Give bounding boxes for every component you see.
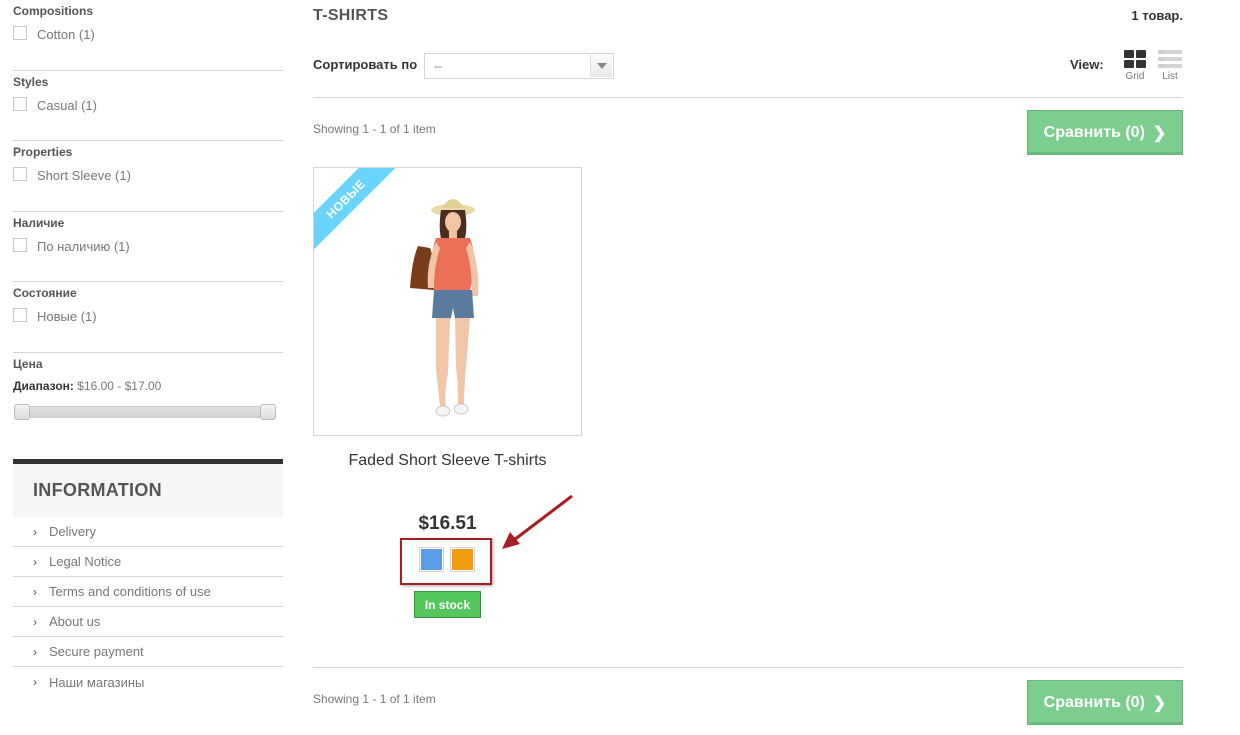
information-block: INFORMATION › Delivery › Legal Notice › Ter… [13,459,283,697]
info-link-our-stores[interactable]: › Наши магазины [13,667,283,697]
stock-badge-label: In stock [424,597,471,612]
filter-block-condition: Состояние Новые (1) [13,282,283,353]
page-title: T-SHIRTS [313,7,389,24]
chevron-right-icon: › [33,675,37,689]
color-swatches [419,547,475,572]
checkbox[interactable] [13,167,27,181]
checkbox[interactable] [13,237,27,252]
price-range-value: $16.00 - $17.00 [77,379,162,393]
compare-button-label: Сравнить (0) [1043,123,1145,141]
sort-selected-value: -- [434,59,442,73]
info-link-delivery[interactable]: › Delivery [13,517,283,547]
swatch-fill [452,549,473,570]
view-list-label: List [1162,71,1178,82]
showing-count-bottom: Showing 1 - 1 of 1 item [313,692,436,706]
chevron-right-icon: ❯ [1152,694,1167,712]
product-listing: T-SHIRTS 1 товар. Сортировать по -- View… [313,0,1183,735]
filter-block-styles: Styles Casual (1) [13,71,283,141]
view-label: View: [1070,57,1104,72]
compare-button-top[interactable]: Сравнить (0) ❯ [1027,110,1183,155]
info-link-label: Terms and conditions of use [49,584,211,599]
filter-title: Styles [13,74,49,89]
filter-title: Наличие [13,215,65,230]
info-link-label: Delivery [49,524,96,539]
info-link-secure-payment[interactable]: › Secure payment [13,637,283,667]
divider [313,97,1183,98]
filter-option-label: Short Sleeve (1) [37,168,131,183]
filter-title: Properties [13,145,73,159]
compare-button-label: Сравнить (0) [1043,693,1145,711]
swatch-fill [421,549,442,570]
filter-block-availability: Наличие По наличию (1) [13,212,283,282]
view-list-button[interactable]: List [1157,50,1183,82]
chevron-right-icon: › [33,644,37,659]
filter-sidebar: Compositions Cotton (1) Styles Casual (1… [13,0,283,353]
annotation-arrow-icon [502,494,573,549]
price-filter-title: Цена [13,357,43,371]
showing-count-top: Showing 1 - 1 of 1 item [313,122,436,136]
checkbox[interactable] [13,26,27,40]
filter-block-compositions: Compositions Cotton (1) [13,0,283,71]
grid-icon [1124,50,1146,68]
information-title: INFORMATION [33,480,162,500]
information-header: INFORMATION [13,459,283,517]
info-link-label: Secure payment [49,644,144,659]
info-link-label: About us [49,614,101,629]
chevron-right-icon: › [33,584,37,599]
price-range-text: Диапазон: $16.00 - $17.00 [13,379,161,393]
divider [313,667,1183,668]
filter-title: Состояние [13,286,77,300]
stock-badge: In stock [414,591,481,618]
filter-block-properties: Properties Short Sleeve (1) [13,141,283,212]
info-link-legal-notice[interactable]: › Legal Notice [13,547,283,577]
filter-option-cotton[interactable]: Cotton (1) [13,26,95,42]
filter-option-label: Casual (1) [37,97,97,113]
filter-option-new[interactable]: Новые (1) [13,308,97,324]
info-link-label: Legal Notice [49,554,122,569]
filter-option-in-stock[interactable]: По наличию (1) [13,237,130,254]
info-link-label: Наши магазины [49,674,145,690]
chevron-right-icon: › [33,524,37,539]
compare-button-bottom[interactable]: Сравнить (0) ❯ [1027,680,1183,725]
filter-option-short-sleeve[interactable]: Short Sleeve (1) [13,167,131,183]
product-count: 1 товар. [1131,8,1183,23]
chevron-right-icon: › [33,554,37,569]
checkbox[interactable] [13,308,27,322]
sort-select[interactable]: -- [424,53,614,79]
price-range-label: Диапазон: [13,379,74,393]
filter-option-label: Новые (1) [37,309,97,324]
information-list: › Delivery › Legal Notice › Terms and condi… [13,517,283,697]
filter-option-label: По наличию (1) [37,238,130,254]
chevron-right-icon: ❯ [1152,124,1167,142]
price-slider-max-handle[interactable] [260,404,276,420]
chevron-right-icon: › [33,614,37,629]
chevron-down-icon[interactable] [590,55,612,77]
filter-option-label: Cotton (1) [37,27,95,42]
view-grid-label: Grid [1125,71,1145,82]
product-name[interactable]: Faded Short Sleeve T-shirts [313,452,582,470]
view-grid-button[interactable]: Grid [1122,50,1148,82]
sort-label: Сортировать по [313,57,418,72]
price-slider-min-handle[interactable] [14,404,30,420]
info-link-terms[interactable]: › Terms and conditions of use [13,577,283,607]
filter-option-casual[interactable]: Casual (1) [13,96,97,113]
product-image[interactable]: НОВЫЕ [313,167,582,436]
color-swatch-blue[interactable] [419,547,444,572]
list-icon [1158,50,1182,68]
checkbox[interactable] [13,96,27,111]
color-swatch-orange[interactable] [450,547,475,572]
price-slider[interactable] [14,404,276,420]
filter-title: Compositions [13,4,93,18]
info-link-about-us[interactable]: › About us [13,607,283,637]
